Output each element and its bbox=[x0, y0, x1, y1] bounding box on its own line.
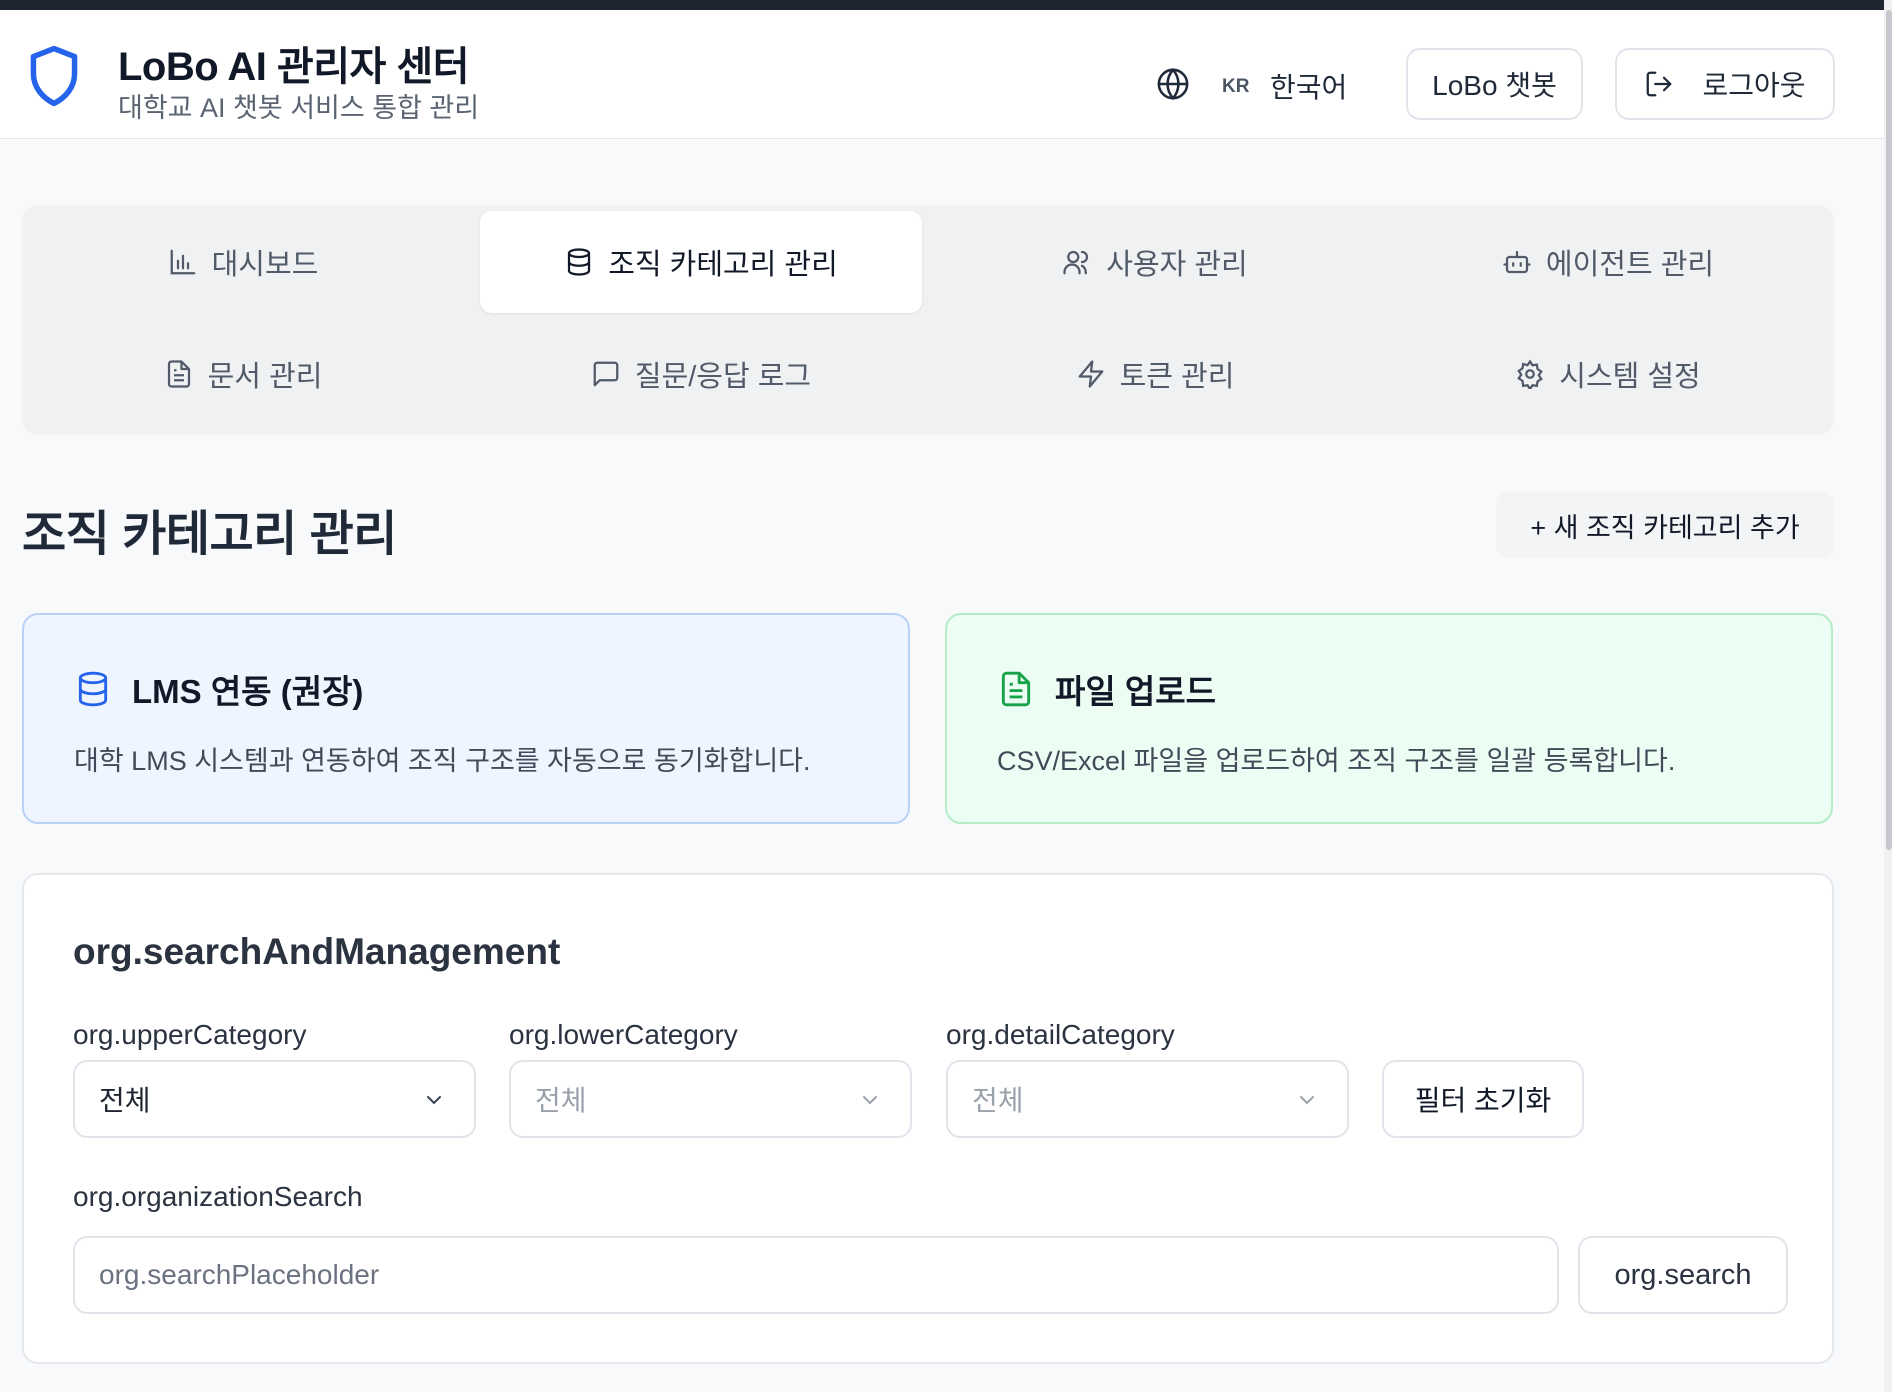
globe-icon[interactable] bbox=[1156, 67, 1190, 101]
app-subtitle: 대학교 AI 챗봇 서비스 통합 관리 bbox=[118, 93, 480, 123]
detail-category-value: 전체 bbox=[972, 1085, 1024, 1116]
message-square-icon bbox=[593, 361, 619, 387]
tab-label: 질문/응답 로그 bbox=[634, 361, 812, 393]
detail-category-select[interactable]: 전체 bbox=[946, 1060, 1349, 1138]
lms-card-title: LMS 연동 (권장) bbox=[132, 673, 364, 710]
file-text-icon bbox=[167, 360, 190, 388]
logout-button[interactable]: 로그아웃 bbox=[1615, 48, 1835, 120]
tab-label: 토큰 관리 bbox=[1119, 361, 1235, 393]
bot-icon bbox=[1503, 250, 1531, 274]
language-code[interactable]: KR bbox=[1222, 76, 1249, 98]
search-button[interactable]: org.search bbox=[1578, 1236, 1788, 1314]
tab-label: 에이전트 관리 bbox=[1545, 249, 1715, 281]
upper-category-value: 전체 bbox=[99, 1085, 151, 1116]
lobo-chat-label: LoBo 챗봇 bbox=[1432, 70, 1557, 101]
add-org-category-button[interactable]: + 새 조직 카테고리 추가 bbox=[1496, 492, 1834, 558]
users-icon bbox=[1063, 250, 1089, 275]
bar-chart-icon bbox=[170, 249, 195, 275]
reset-filter-button[interactable]: 필터 초기화 bbox=[1382, 1060, 1584, 1138]
scrollbar-thumb[interactable] bbox=[1886, 10, 1892, 850]
chevron-down-icon bbox=[1300, 1096, 1314, 1105]
tab-users[interactable]: 사용자 관리 bbox=[934, 211, 1376, 313]
logout-icon bbox=[1647, 71, 1672, 97]
zap-icon bbox=[1078, 360, 1103, 388]
app-header: LoBo AI 관리자 센터 대학교 AI 챗봇 서비스 통합 관리 KR 한국… bbox=[0, 10, 1892, 139]
file-upload-card[interactable]: 파일 업로드 CSV/Excel 파일을 업로드하여 조직 구조를 일괄 등록합… bbox=[945, 613, 1833, 824]
upper-category-select[interactable]: 전체 bbox=[73, 1060, 476, 1138]
search-management-panel: org.searchAndManagement org.upperCategor… bbox=[22, 873, 1834, 1364]
upper-category-label: org.upperCategory bbox=[73, 1019, 307, 1050]
lms-card-header: LMS 연동 (권장) bbox=[74, 665, 363, 713]
language-selector[interactable]: 한국어 bbox=[1270, 66, 1347, 106]
tab-org-category[interactable]: 조직 카테고리 관리 bbox=[480, 211, 922, 313]
detail-category-label: org.detailCategory bbox=[946, 1019, 1175, 1050]
lower-category-label: org.lowerCategory bbox=[509, 1019, 738, 1050]
app-title: LoBo AI 관리자 센터 bbox=[118, 45, 470, 89]
lms-integration-card[interactable]: LMS 연동 (권장) 대학 LMS 시스템과 연동하여 조직 구조를 자동으로… bbox=[22, 613, 910, 824]
shield-icon bbox=[30, 45, 78, 107]
lower-category-select[interactable]: 전체 bbox=[509, 1060, 912, 1138]
lms-card-description: 대학 LMS 시스템과 연동하여 조직 구조를 자동으로 동기화합니다. bbox=[74, 746, 811, 776]
org-search-label: org.organizationSearch bbox=[73, 1181, 363, 1212]
lobo-chat-button[interactable]: LoBo 챗봇 bbox=[1406, 48, 1583, 120]
org-search-input[interactable]: org.searchPlaceholder bbox=[73, 1236, 1559, 1314]
top-strip bbox=[0, 0, 1892, 10]
tab-label: 대시보드 bbox=[211, 249, 319, 281]
tab-qa-logs[interactable]: 질문/응답 로그 bbox=[480, 323, 922, 425]
tab-agents[interactable]: 에이전트 관리 bbox=[1387, 211, 1829, 313]
chevron-down-icon bbox=[427, 1096, 441, 1105]
file-card-title: 파일 업로드 bbox=[1055, 673, 1216, 710]
tab-label: 조직 카테고리 관리 bbox=[608, 249, 838, 281]
database-icon bbox=[78, 671, 108, 707]
database-icon bbox=[568, 248, 591, 276]
search-panel-title: org.searchAndManagement bbox=[73, 931, 561, 972]
tab-label: 사용자 관리 bbox=[1106, 249, 1248, 281]
file-card-description: CSV/Excel 파일을 업로드하여 조직 구조를 일괄 등록합니다. bbox=[997, 746, 1676, 776]
tab-label: 문서 관리 bbox=[207, 361, 323, 393]
tab-system-settings[interactable]: 시스템 설정 bbox=[1387, 323, 1829, 425]
logout-label: 로그아웃 bbox=[1702, 70, 1806, 101]
tab-tokens[interactable]: 토큰 관리 bbox=[934, 323, 1376, 425]
page-title: 조직 카테고리 관리 bbox=[22, 508, 397, 561]
nav-tabs: 대시보드 조직 카테고리 관리 사용자 관리 에이전트 관리 문서 관리 질문/… bbox=[22, 205, 1834, 435]
tab-documents[interactable]: 문서 관리 bbox=[22, 323, 464, 425]
tab-label: 시스템 설정 bbox=[1559, 361, 1701, 393]
file-text-icon bbox=[1001, 671, 1031, 707]
lower-category-value: 전체 bbox=[535, 1085, 587, 1116]
tab-dashboard[interactable]: 대시보드 bbox=[22, 211, 464, 313]
settings-icon bbox=[1517, 359, 1544, 389]
chevron-down-icon bbox=[863, 1096, 877, 1105]
file-card-header: 파일 업로드 bbox=[997, 665, 1216, 713]
